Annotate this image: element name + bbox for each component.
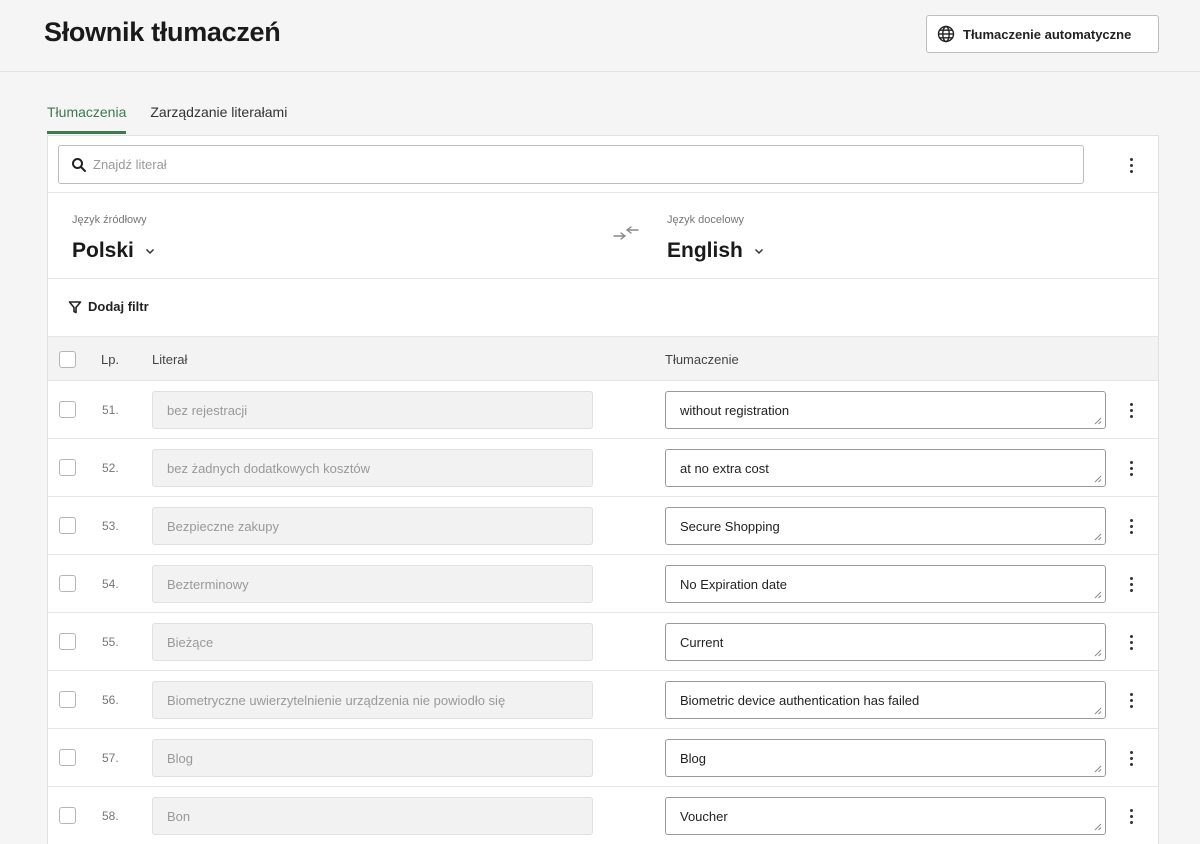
row-menu-kebab-icon[interactable] [1121,570,1141,598]
literal-field: Biometryczne uwierzytelnienie urządzenia… [152,681,593,719]
row-checkbox[interactable] [59,401,76,418]
translation-value: without registration [680,402,790,418]
source-language-value: Polski [72,239,134,262]
globe-icon [937,25,955,43]
chevron-down-icon [144,245,156,257]
row-menu-kebab-icon[interactable] [1121,454,1141,482]
resize-grip-icon[interactable] [1094,707,1102,715]
column-header-number: Lp. [101,352,120,367]
resize-grip-icon[interactable] [1094,765,1102,773]
translation-field[interactable]: Biometric device authentication has fail… [665,681,1106,719]
table-row: 51. bez rejestracji without registration [48,381,1158,439]
row-checkbox[interactable] [59,575,76,592]
tabs: Tłumaczenia Zarządzanie literałami [47,96,311,134]
row-number: 52. [102,461,119,475]
translation-value: Voucher [680,808,728,824]
row-menu-kebab-icon[interactable] [1121,396,1141,424]
table-row: 57. Blog Blog [48,729,1158,787]
resize-grip-icon[interactable] [1094,591,1102,599]
row-checkbox[interactable] [59,517,76,534]
row-checkbox[interactable] [59,691,76,708]
page-title: Słownik tłumaczeń [44,17,281,47]
row-number: 57. [102,751,119,765]
tab-translations[interactable]: Tłumaczenia [47,96,127,134]
translations-card: Język źródłowy Polski Język docelowy Eng… [47,135,1159,844]
literal-field: Bon [152,797,593,835]
translation-value: Current [680,634,724,650]
target-language-label: Język docelowy [667,214,745,226]
literal-field: Bieżące [152,623,593,661]
row-checkbox[interactable] [59,633,76,650]
resize-grip-icon[interactable] [1094,417,1102,425]
page-header: Słownik tłumaczeń Tłumaczenie automatycz… [0,0,1200,72]
table-row: 58. Bon Voucher [48,787,1158,844]
table-row: 53. Bezpieczne zakupy Secure Shopping [48,497,1158,555]
translation-value: Secure Shopping [680,518,780,534]
swap-arrows-icon[interactable] [611,223,641,247]
add-filter-button[interactable]: Dodaj filtr [68,299,149,314]
filter-row: Dodaj filtr [48,279,1158,337]
table-row: 52. bez żadnych dodatkowych kosztów at n… [48,439,1158,497]
translation-value: at no extra cost [680,460,769,476]
column-header-translation: Tłumaczenie [665,352,739,367]
tab-literal-management[interactable]: Zarządzanie literałami [150,96,287,134]
source-language-select[interactable]: Polski [72,239,156,263]
table-header: Lp. Literał Tłumaczenie [48,337,1158,381]
table-row: 56. Biometryczne uwierzytelnienie urządz… [48,671,1158,729]
chevron-down-icon [753,245,765,257]
resize-grip-icon[interactable] [1094,533,1102,541]
literal-field: Blog [152,739,593,777]
translation-field[interactable]: Current [665,623,1106,661]
row-number: 51. [102,403,119,417]
search-row [48,136,1158,193]
row-number: 56. [102,693,119,707]
auto-translate-label: Tłumaczenie automatyczne [963,26,1132,42]
row-menu-kebab-icon[interactable] [1121,628,1141,656]
row-number: 54. [102,577,119,591]
target-language-select[interactable]: English [667,239,765,263]
search-box[interactable] [58,145,1084,184]
resize-grip-icon[interactable] [1094,649,1102,657]
search-icon [71,157,87,173]
row-checkbox[interactable] [59,807,76,824]
column-header-literal: Literał [152,352,188,367]
literal-field: Bezpieczne zakupy [152,507,593,545]
row-menu-kebab-icon[interactable] [1121,686,1141,714]
options-kebab-icon[interactable] [1121,151,1141,179]
translation-value: No Expiration date [680,576,787,592]
translation-field[interactable]: Voucher [665,797,1106,835]
row-menu-kebab-icon[interactable] [1121,512,1141,540]
resize-grip-icon[interactable] [1094,823,1102,831]
source-language-label: Język źródłowy [72,214,147,226]
translation-value: Blog [680,750,707,766]
translation-field[interactable]: Secure Shopping [665,507,1106,545]
auto-translate-button[interactable]: Tłumaczenie automatyczne [926,15,1159,53]
language-selector-row: Język źródłowy Polski Język docelowy Eng… [48,193,1158,279]
target-language-value: English [667,239,743,262]
translation-field[interactable]: Blog [665,739,1106,777]
table-row: 55. Bieżące Current [48,613,1158,671]
row-checkbox[interactable] [59,459,76,476]
table-row: 54. Bezterminowy No Expiration date [48,555,1158,613]
row-number: 53. [102,519,119,533]
filter-icon [68,300,82,314]
row-menu-kebab-icon[interactable] [1121,744,1141,772]
row-menu-kebab-icon[interactable] [1121,802,1141,830]
translation-value: Biometric device authentication has fail… [680,692,920,708]
add-filter-label: Dodaj filtr [88,299,149,314]
row-checkbox[interactable] [59,749,76,766]
literal-field: Bezterminowy [152,565,593,603]
row-number: 58. [102,809,119,823]
translation-field[interactable]: at no extra cost [665,449,1106,487]
literal-field: bez żadnych dodatkowych kosztów [152,449,593,487]
select-all-checkbox[interactable] [59,351,76,368]
literal-field: bez rejestracji [152,391,593,429]
search-input[interactable] [93,157,1053,172]
resize-grip-icon[interactable] [1094,475,1102,483]
row-number: 55. [102,635,119,649]
translation-field[interactable]: without registration [665,391,1106,429]
translation-field[interactable]: No Expiration date [665,565,1106,603]
